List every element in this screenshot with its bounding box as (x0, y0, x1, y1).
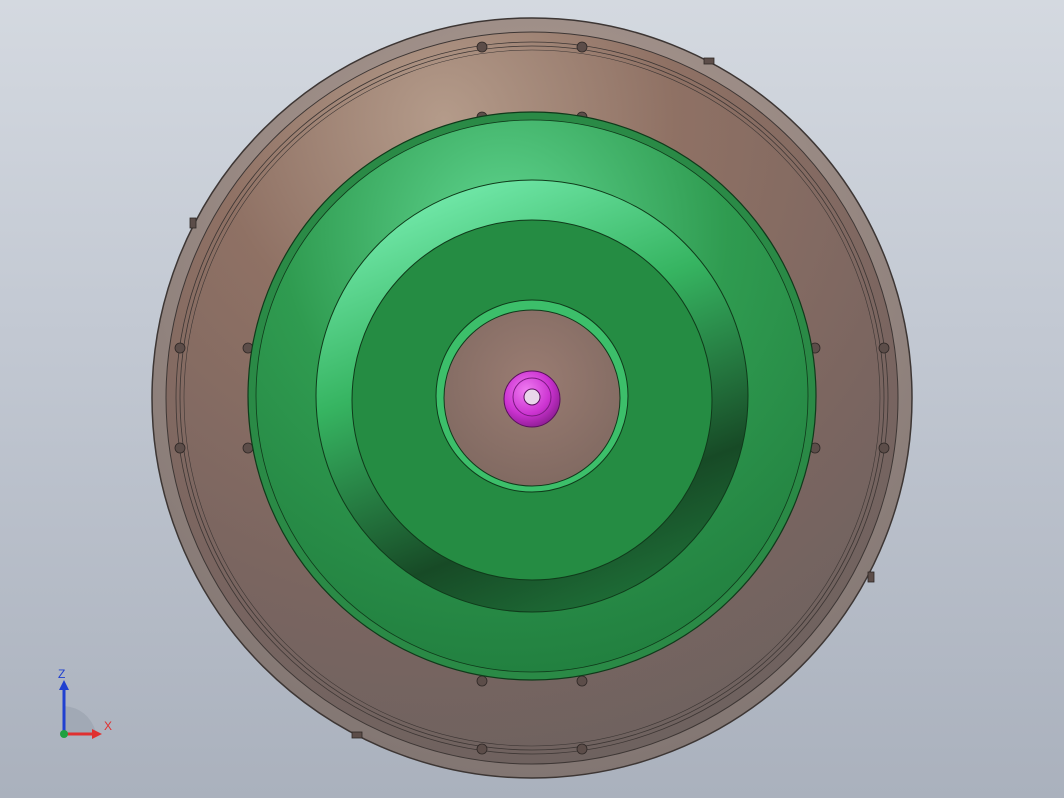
bolt-head-icon (189, 217, 197, 229)
z-axis-arrow (59, 680, 69, 690)
bolt-head-icon (242, 442, 254, 454)
bolt-head-icon (476, 675, 488, 687)
z-axis-label: Z (58, 668, 65, 681)
cad-viewport[interactable] (0, 0, 1064, 798)
x-axis-label: X (104, 719, 112, 733)
center-hub[interactable] (503, 370, 561, 428)
bolt-head-icon (878, 442, 890, 454)
bolt-head-icon (174, 342, 186, 354)
bolt-head-icon (476, 743, 488, 755)
bolt-head-icon (867, 571, 875, 583)
bolt-head-icon (703, 57, 715, 65)
bolt-head-icon (576, 743, 588, 755)
triad-plane-shade (64, 706, 96, 734)
hub-bore[interactable] (523, 388, 541, 406)
bolt-head-icon (576, 41, 588, 53)
bolt-head-icon (878, 342, 890, 354)
bolt-head-icon (476, 41, 488, 53)
axis-triad: Z X (58, 668, 112, 739)
bolt-head-icon (174, 442, 186, 454)
bolt-head-icon (576, 675, 588, 687)
x-axis-arrow (92, 729, 102, 739)
y-axis-origin (60, 730, 68, 738)
bolt-head-icon (351, 731, 363, 739)
